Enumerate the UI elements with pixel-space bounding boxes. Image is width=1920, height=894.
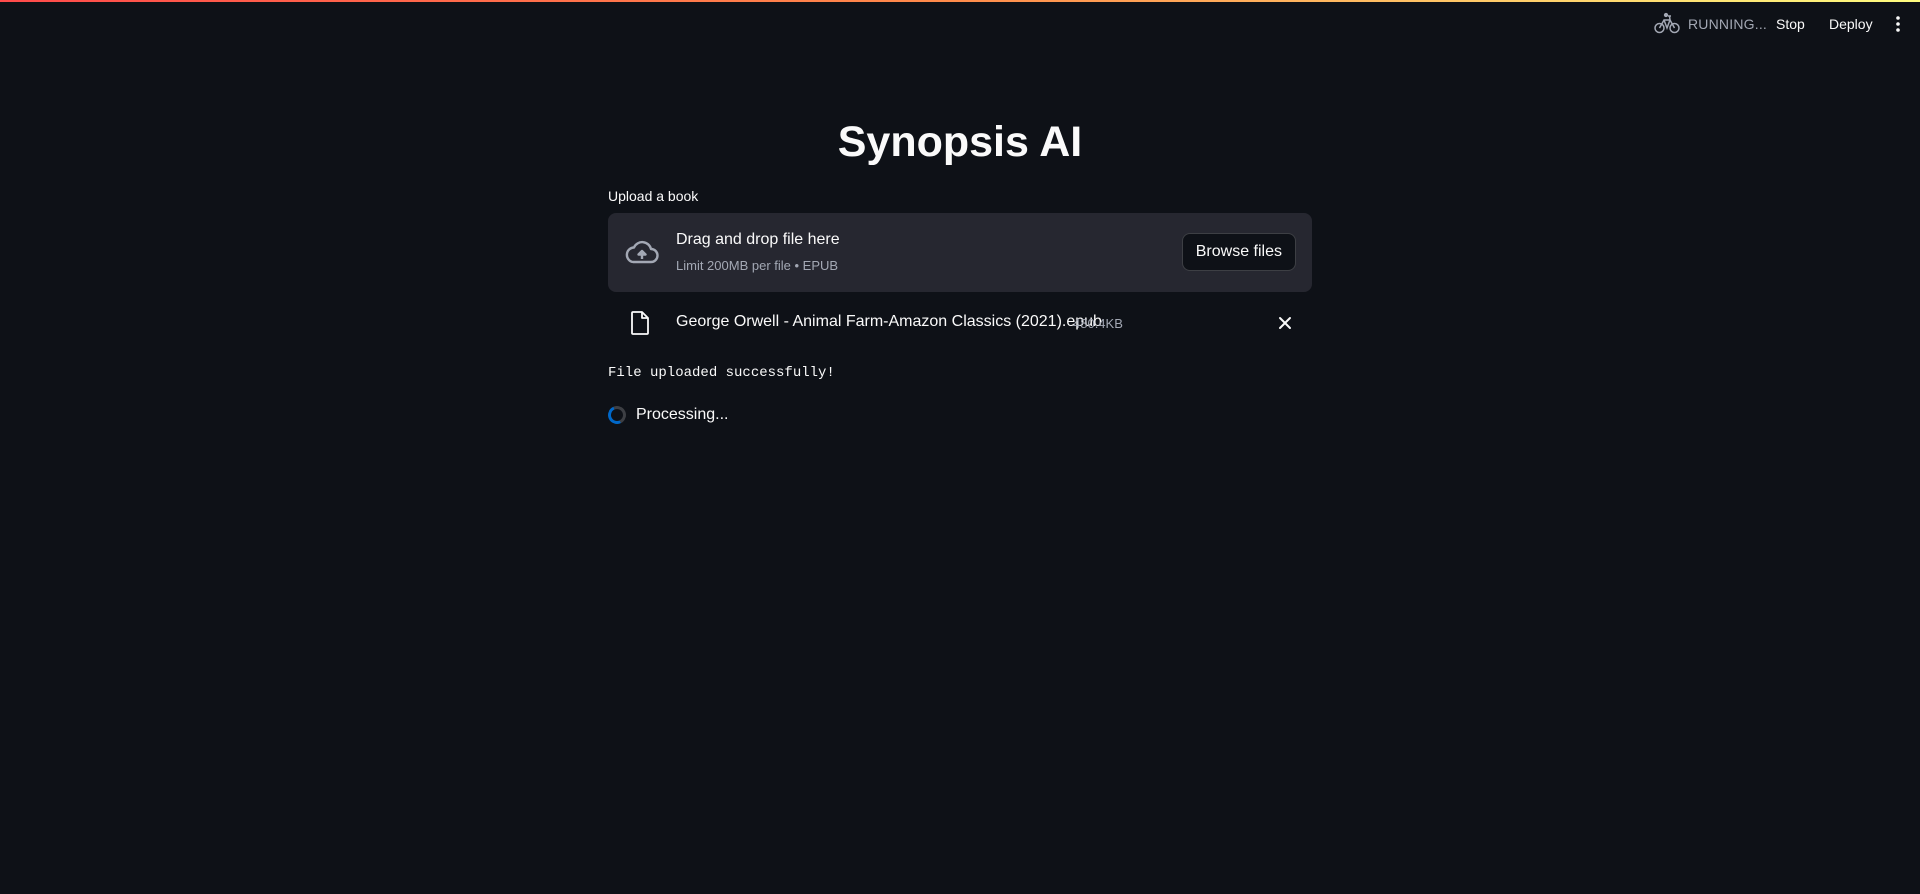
spinner-text: Processing... — [636, 406, 729, 423]
file-icon — [631, 311, 649, 335]
dropzone-limit-text: Limit 200MB per file • EPUB — [676, 258, 839, 273]
status-widget: RUNNING... — [1654, 12, 1767, 36]
app-header: RUNNING... Stop Deploy — [0, 0, 1920, 48]
file-uploader-label: Upload a book — [608, 188, 699, 204]
close-icon — [1279, 317, 1291, 329]
main-menu-button[interactable] — [1893, 14, 1903, 34]
processing-spinner: Processing... — [605, 403, 729, 427]
stop-button[interactable]: Stop — [1776, 12, 1805, 36]
dropzone-title: Drag and drop file here — [676, 231, 840, 248]
spinner-icon — [605, 403, 629, 427]
bicycle-icon — [1654, 12, 1680, 36]
upload-success-message: File uploaded successfully! — [608, 365, 835, 381]
vertical-ellipsis-icon — [1896, 16, 1900, 32]
cloud-upload-icon — [625, 240, 659, 264]
remove-file-button[interactable] — [1276, 314, 1294, 332]
browse-files-button[interactable]: Browse files — [1181, 233, 1296, 271]
file-dropzone[interactable]: Drag and drop file here Limit 200MB per … — [608, 213, 1312, 292]
page-title: Synopsis AI — [837, 118, 1083, 166]
status-text: RUNNING... — [1688, 16, 1767, 32]
uploaded-file-size: 480.4KB — [1073, 316, 1123, 331]
deploy-button[interactable]: Deploy — [1829, 12, 1873, 36]
uploaded-file-row: George Orwell - Animal Farm-Amazon Class… — [608, 306, 1312, 338]
uploaded-file-name: George Orwell - Animal Farm-Amazon Class… — [676, 313, 1102, 330]
